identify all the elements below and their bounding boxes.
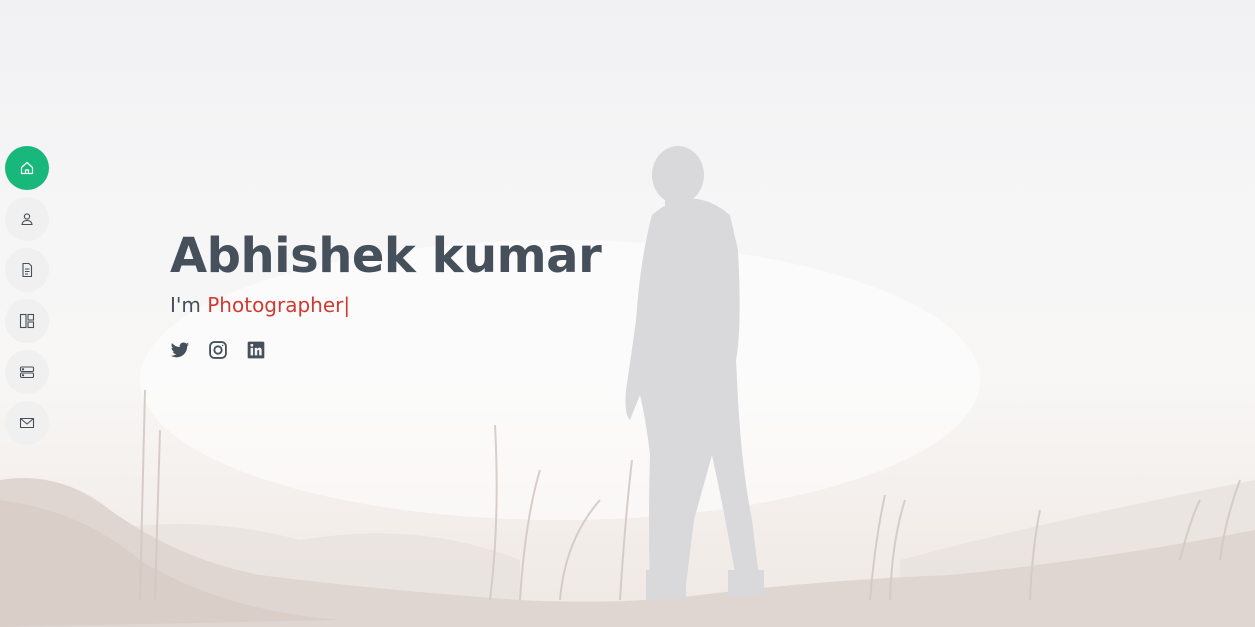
envelope-icon xyxy=(19,417,35,429)
tagline-prefix: I'm xyxy=(170,293,208,317)
linkedin-link[interactable] xyxy=(246,340,266,360)
file-text-icon xyxy=(22,262,33,278)
nav-item-about[interactable] xyxy=(5,197,49,241)
twitter-link[interactable] xyxy=(170,340,190,360)
side-nav xyxy=(5,146,51,452)
hero-role: Photographer xyxy=(207,293,344,317)
hero-content: Abhishek kumar I'm Photographer| xyxy=(170,222,602,360)
nav-item-services[interactable] xyxy=(5,350,49,394)
instagram-icon xyxy=(209,341,227,359)
hero-section: Abhishek kumar I'm Photographer| xyxy=(0,0,1255,627)
linkedin-icon xyxy=(247,341,265,359)
social-links xyxy=(170,340,601,360)
instagram-link[interactable] xyxy=(208,340,228,360)
nav-item-resume[interactable] xyxy=(5,248,49,292)
nav-item-contact[interactable] xyxy=(5,401,49,445)
hero-name: Abhishek kumar xyxy=(170,228,602,284)
nav-item-portfolio[interactable] xyxy=(5,299,49,343)
home-icon xyxy=(20,161,34,175)
server-icon xyxy=(19,366,35,379)
nav-item-home[interactable] xyxy=(5,146,49,190)
person-icon xyxy=(21,213,33,226)
hero-tagline: I'm Photographer| xyxy=(170,292,601,318)
twitter-icon xyxy=(170,342,190,358)
portfolio-icon xyxy=(19,313,35,329)
typing-caret: | xyxy=(343,293,351,317)
